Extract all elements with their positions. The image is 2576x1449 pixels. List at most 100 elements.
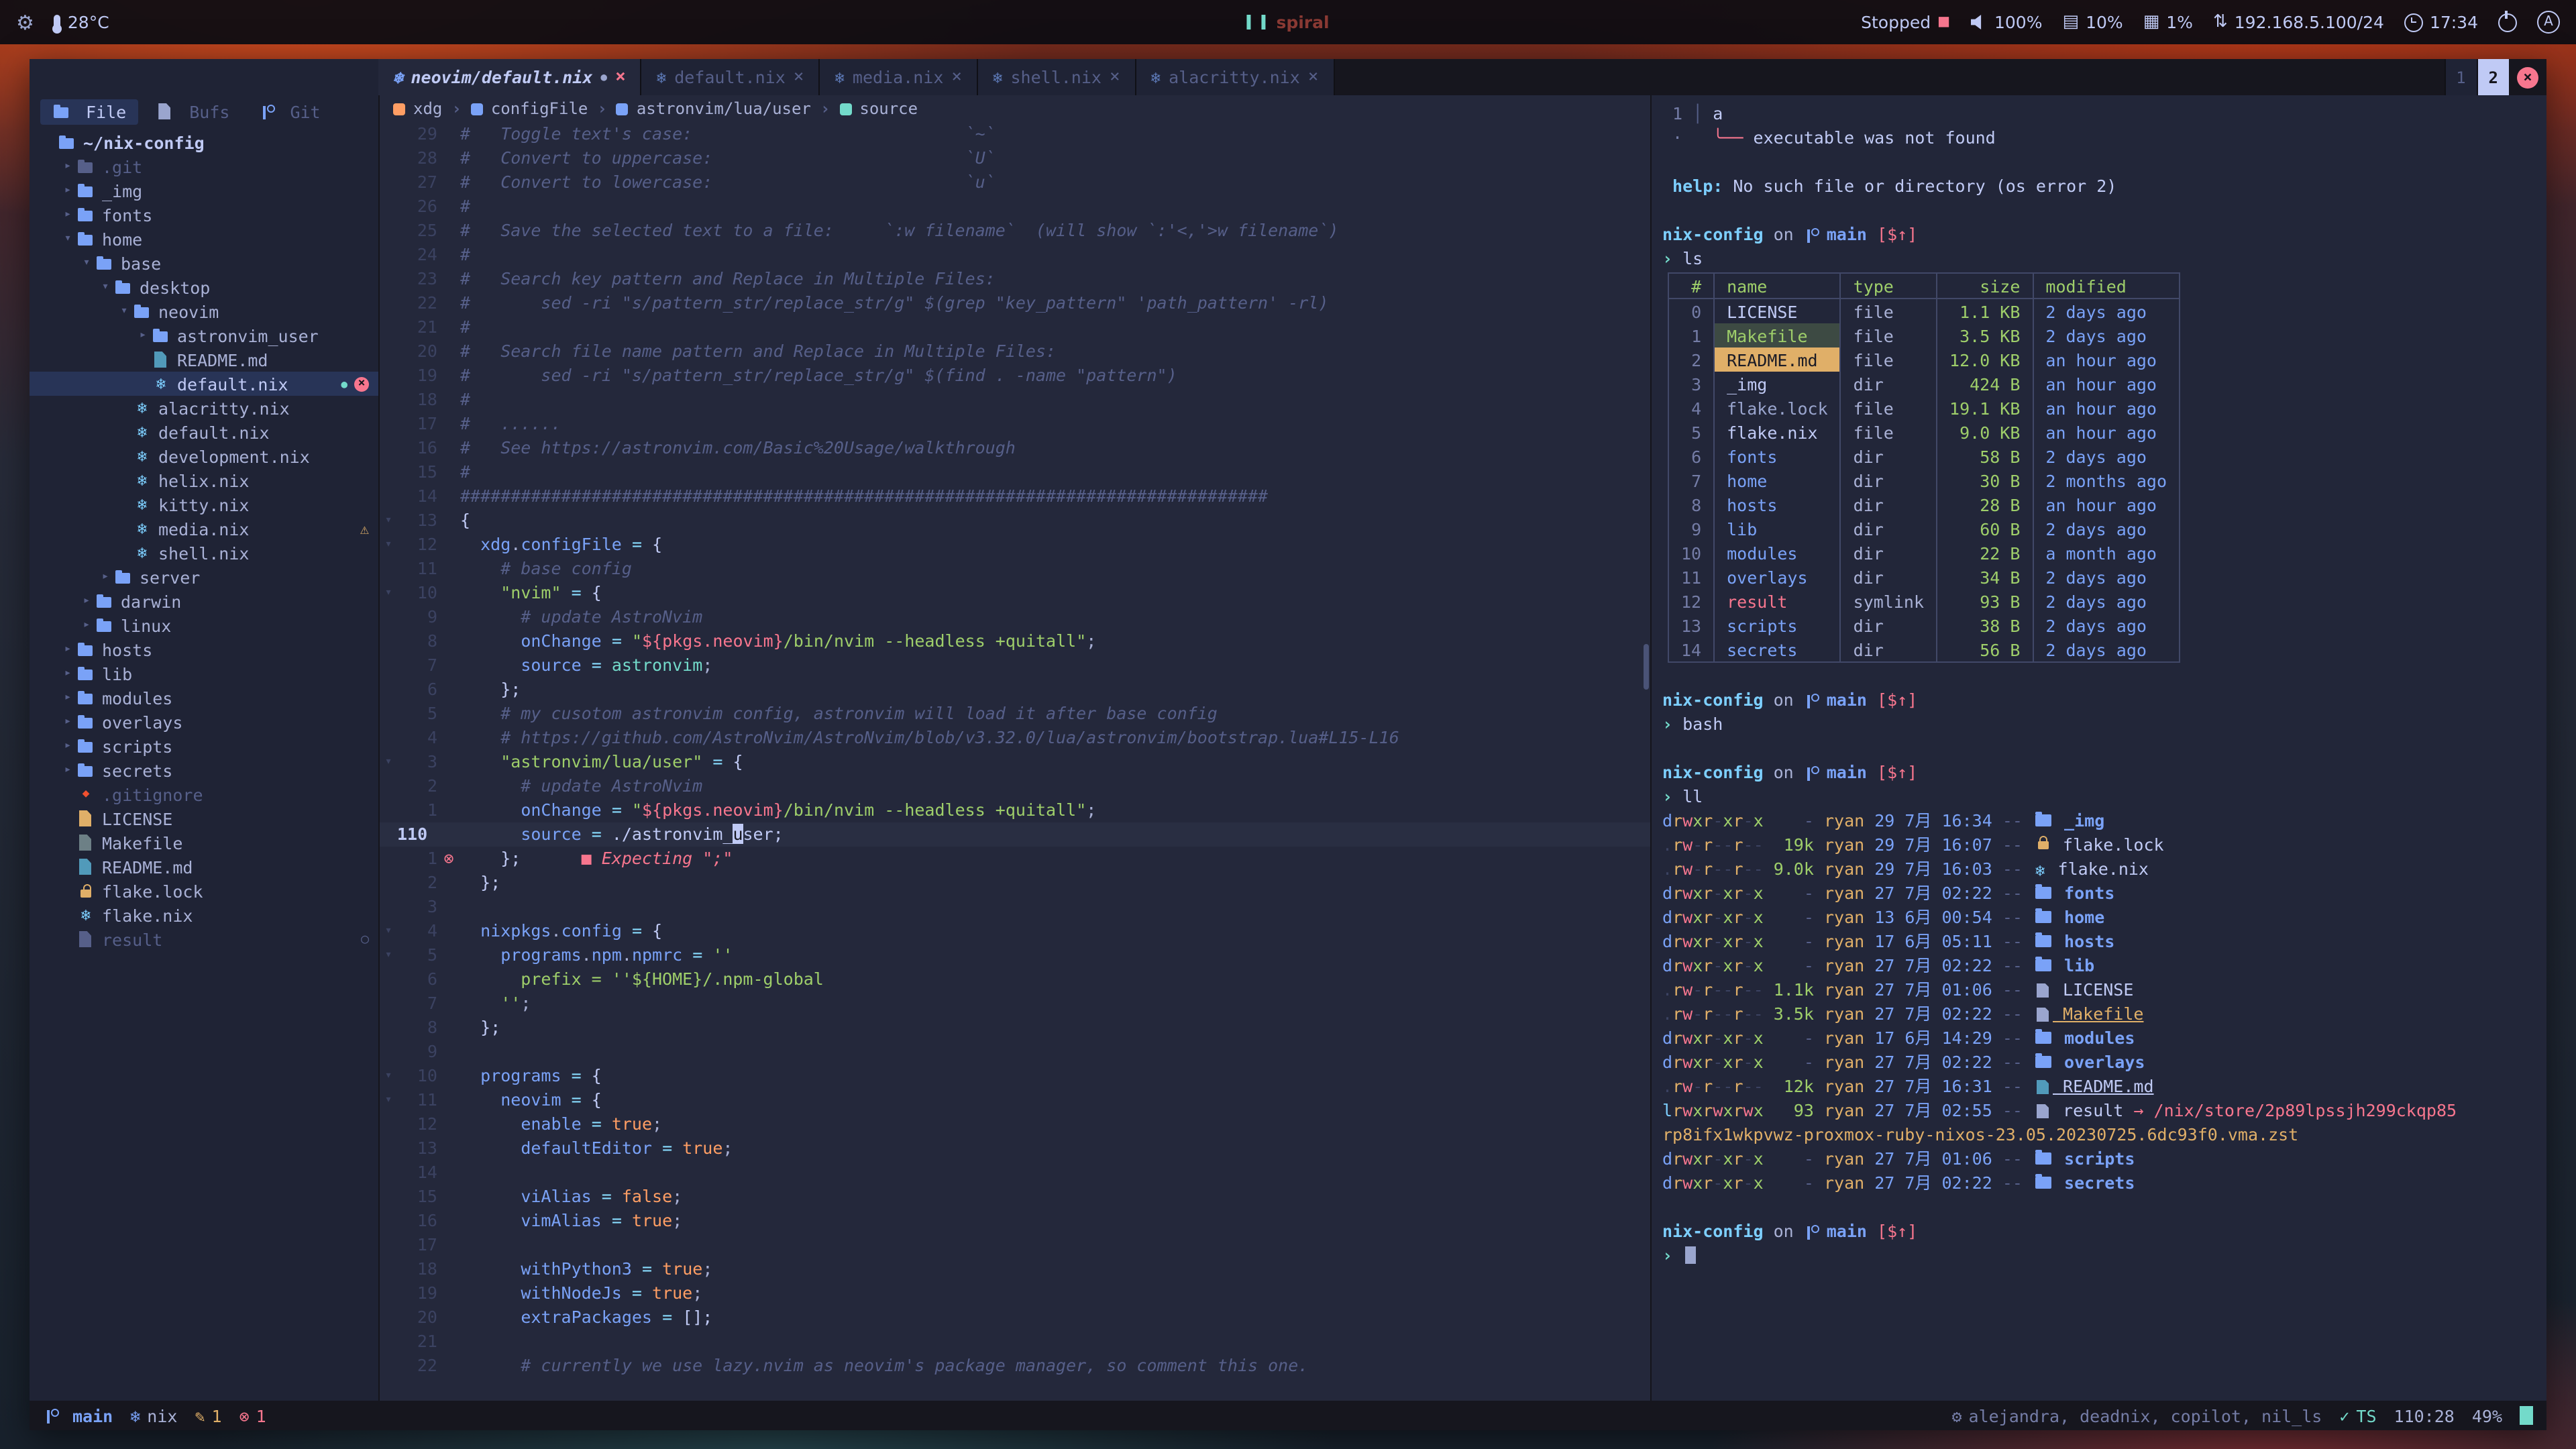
tab-close-icon[interactable]: × [1110, 67, 1120, 87]
editor-line[interactable]: 7 ''; [380, 991, 1650, 1016]
tabpage-1[interactable]: 1 [2444, 59, 2476, 95]
tree-item[interactable]: ❄flake.nix [30, 903, 378, 927]
editor-line[interactable]: 1 onChange = "${pkgs.neovim}/bin/nvim --… [380, 798, 1650, 822]
tab-close-icon[interactable]: × [951, 67, 962, 87]
tree-item[interactable]: ❄kitty.nix [30, 492, 378, 517]
memory-indicator[interactable]: ▤ 10% [2063, 12, 2123, 32]
tree-item[interactable]: ❄alacritty.nix [30, 396, 378, 420]
buffer-tab[interactable]: ❄neovim/default.nix●× [378, 59, 642, 95]
editor-line[interactable]: 6 prefix = ''${HOME}/.npm-global [380, 967, 1650, 991]
tree-item[interactable]: ▸scripts [30, 734, 378, 758]
tree-item[interactable]: ▾neovim [30, 299, 378, 323]
editor-line[interactable]: 15# [380, 460, 1650, 484]
editor-line[interactable]: 20# Search file name pattern and Replace… [380, 339, 1650, 364]
editor-line[interactable]: 29# Toggle text's case: `~` [380, 122, 1650, 146]
tree-item[interactable]: ▸secrets [30, 758, 378, 782]
editor-line[interactable]: 4 # https://github.com/AstroNvim/AstroNv… [380, 726, 1650, 750]
editor-line[interactable]: ▾13{ [380, 508, 1650, 533]
tree-item[interactable]: ▸hosts [30, 637, 378, 661]
editor-line[interactable]: 21# [380, 315, 1650, 339]
editor-line[interactable]: 15 viAlias = false; [380, 1185, 1650, 1209]
editor-line[interactable]: 22 # currently we use lazy.nvim as neovi… [380, 1354, 1650, 1378]
tree-item[interactable]: LICENSE [30, 806, 378, 830]
editor-line[interactable]: 13 defaultEditor = true; [380, 1136, 1650, 1161]
editor-line[interactable]: 24# [380, 243, 1650, 267]
editor-line[interactable]: 9 # update AstroNvim [380, 605, 1650, 629]
editor-line[interactable]: ▾5 programs.npm.npmrc = '' [380, 943, 1650, 967]
editor-line[interactable]: 20 extraPackages = []; [380, 1305, 1650, 1330]
editor-line[interactable]: ▾10 programs = { [380, 1064, 1650, 1088]
tabpage-2[interactable]: 2 [2477, 59, 2509, 95]
editor-line[interactable]: 14 [380, 1161, 1650, 1185]
tree-item[interactable]: ▸.git [30, 154, 378, 178]
editor-line[interactable]: 19 withNodeJs = true; [380, 1281, 1650, 1305]
volume-indicator[interactable]: 100% [1970, 12, 2043, 32]
power-button[interactable] [2498, 13, 2517, 32]
close-icon[interactable]: × [354, 376, 369, 391]
editor-line[interactable]: ▾10 "nvim" = { [380, 581, 1650, 605]
tab-close-icon[interactable]: × [615, 67, 626, 87]
tab-close-icon[interactable]: × [794, 67, 804, 87]
tree-item[interactable]: ▸overlays [30, 710, 378, 734]
error-count-segment[interactable]: ⊗ 1 [239, 1405, 266, 1426]
editor-line[interactable]: 21 [380, 1330, 1650, 1354]
tree-item[interactable]: ▾home [30, 227, 378, 251]
editor-line[interactable]: 19# sed -ri "s/pattern_str/replace_str/g… [380, 364, 1650, 388]
tab-close-icon[interactable]: × [1308, 67, 1319, 87]
editor-line[interactable]: ▾4 nixpkgs.config = { [380, 919, 1650, 943]
tree-item[interactable]: result○ [30, 927, 378, 951]
editor-pane[interactable]: xdg›configFile›astronvim/lua/user›source… [378, 95, 1650, 1401]
tree-item[interactable]: README.md [30, 855, 378, 879]
tree-item[interactable]: ❄development.nix [30, 444, 378, 468]
editor-line[interactable]: 27# Convert to lowercase: `u` [380, 170, 1650, 195]
tree-item[interactable]: ▸server [30, 565, 378, 589]
editor-line[interactable]: 6 }; [380, 678, 1650, 702]
tree-item[interactable]: ▸lib [30, 661, 378, 686]
tree-item[interactable]: ▸linux [30, 613, 378, 637]
network-indicator[interactable]: ⇅ 192.168.5.100/24 [2213, 12, 2384, 32]
editor-line[interactable]: 8 }; [380, 1016, 1650, 1040]
editor-line[interactable]: 14######################################… [380, 484, 1650, 508]
editor-line[interactable]: 12 enable = true; [380, 1112, 1650, 1136]
tree-item[interactable]: ▸astronvim_user [30, 323, 378, 347]
keyboard-layout-indicator[interactable]: A [2537, 11, 2560, 34]
git-branch-segment[interactable]: main [43, 1405, 113, 1426]
editor-line[interactable]: 2 }; [380, 871, 1650, 895]
editor-line[interactable]: 2 # update AstroNvim [380, 774, 1650, 798]
tree-item[interactable]: ❄media.nix⚠ [30, 517, 378, 541]
buffer-tab[interactable]: ❄alacritty.nix× [1136, 59, 1335, 95]
editor-line[interactable]: 16# See https://astronvim.com/Basic%20Us… [380, 436, 1650, 460]
tree-item[interactable]: ▸_img [30, 178, 378, 203]
breadcrumb-item[interactable]: source [839, 99, 918, 118]
editor-line[interactable]: ▾11 neovim = { [380, 1088, 1650, 1112]
buffer-tab[interactable]: ❄shell.nix× [978, 59, 1136, 95]
tree-item[interactable]: ❄default.nix [30, 420, 378, 444]
tree-item[interactable]: README.md [30, 347, 378, 372]
close-all-button[interactable]: × [2517, 66, 2538, 88]
editor-line[interactable]: 110 source = ./astronvim_user; [380, 822, 1650, 847]
sidebar-tab-bufs[interactable]: Bufs [144, 99, 241, 124]
breadcrumb-item[interactable]: configFile [471, 99, 588, 118]
tree-item[interactable]: ❄shell.nix [30, 541, 378, 565]
modified-count-segment[interactable]: ✎ 1 [195, 1405, 221, 1426]
editor-line[interactable]: 23# Search key pattern and Replace in Mu… [380, 267, 1650, 291]
editor-line[interactable]: ▾12 xdg.configFile = { [380, 533, 1650, 557]
tree-item[interactable]: ▾desktop [30, 275, 378, 299]
editor-line[interactable]: 25# Save the selected text to a file: `:… [380, 219, 1650, 243]
editor-line[interactable]: 1⊗ }; ■ Expecting ";" [380, 847, 1650, 871]
editor-line[interactable]: 17# ...... [380, 412, 1650, 436]
tree-item[interactable]: ❄helix.nix [30, 468, 378, 492]
tree-item[interactable]: ▾base [30, 251, 378, 275]
buffer-tab[interactable]: ❄media.nix× [820, 59, 978, 95]
tree-item[interactable]: ▸darwin [30, 589, 378, 613]
tree-item[interactable]: flake.lock [30, 879, 378, 903]
tree-item[interactable]: ❄default.nix●× [30, 372, 378, 396]
media-player-module[interactable]: spiral [1246, 12, 1329, 32]
tree-item[interactable]: ~/nix-config [30, 130, 378, 154]
editor-line[interactable]: 7 source = astronvim; [380, 653, 1650, 678]
buffer-tab[interactable]: ❄default.nix× [642, 59, 820, 95]
editor-line[interactable]: 3 [380, 895, 1650, 919]
breadcrumb-item[interactable]: xdg [393, 99, 442, 118]
editor-line[interactable]: 5 # my cusotom astronvim config, astronv… [380, 702, 1650, 726]
editor-line[interactable]: 28# Convert to uppercase: `U` [380, 146, 1650, 170]
